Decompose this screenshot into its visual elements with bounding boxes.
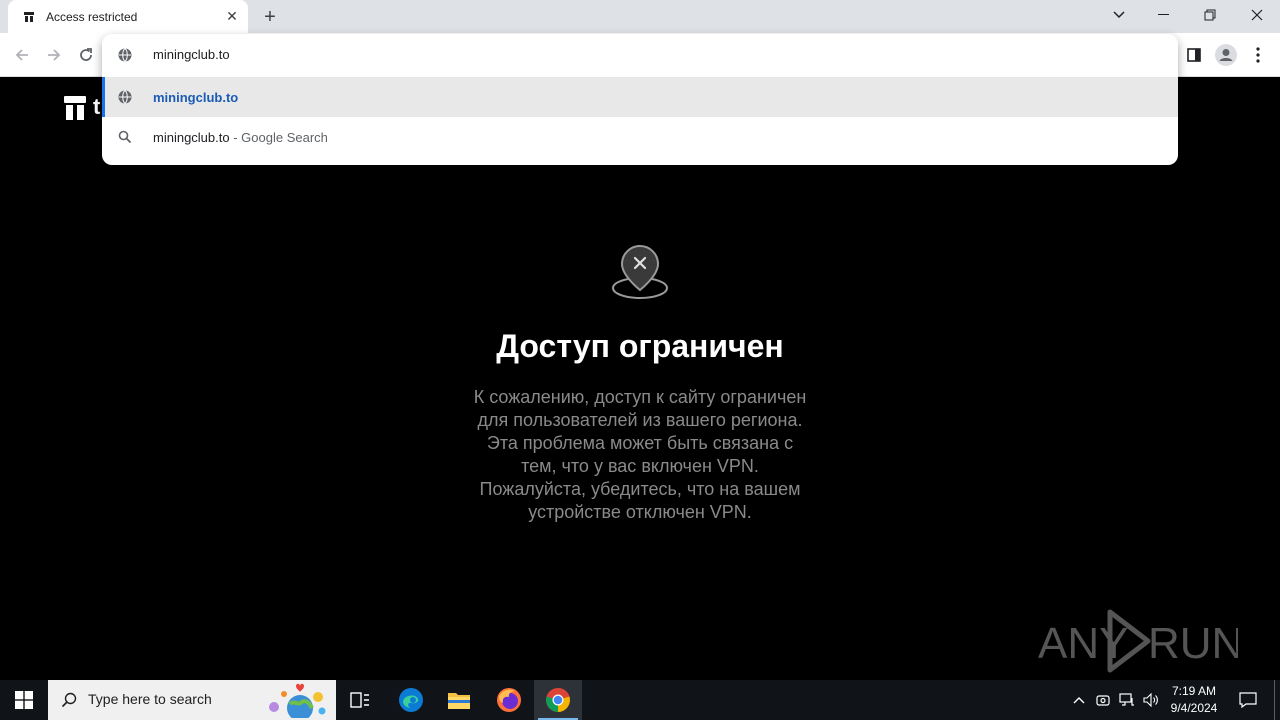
- restore-button[interactable]: [1187, 0, 1233, 30]
- windows-taskbar: Type here to search 7:19 AM 9/4/2024: [0, 680, 1280, 720]
- search-icon: [118, 130, 132, 149]
- message-line: устройстве отключен VPN.: [528, 502, 752, 522]
- profile-avatar-icon[interactable]: [1212, 41, 1240, 69]
- reload-icon[interactable]: [72, 41, 100, 69]
- anyrun-watermark-logo: ANY RUN: [1038, 609, 1238, 673]
- edge-browser-icon[interactable]: [387, 680, 435, 720]
- tab-close-icon[interactable]: ✕: [222, 7, 242, 27]
- firefox-icon[interactable]: [485, 680, 533, 720]
- taskbar-search-box[interactable]: Type here to search: [48, 680, 336, 720]
- task-view-icon[interactable]: [336, 680, 384, 720]
- omnibox-input[interactable]: miningclub.to: [102, 34, 1178, 77]
- suggestion-url[interactable]: miningclub.to: [102, 77, 1178, 117]
- suggestion-engine: - Google Search: [229, 129, 328, 145]
- globe-icon: [118, 48, 132, 67]
- clock-time: 7:19 AM: [1171, 684, 1217, 698]
- suggestion-query: miningclub.to: [153, 129, 230, 145]
- message-line: Эта проблема может быть связана с: [486, 433, 794, 453]
- tray-chevron-up-icon[interactable]: [1068, 680, 1090, 720]
- clock-date: 9/4/2024: [1170, 701, 1218, 715]
- message-line: для пользователей из вашего региона.: [477, 410, 803, 430]
- menu-kebab-icon[interactable]: [1244, 41, 1272, 69]
- taskbar-search-placeholder: Type here to search: [88, 691, 212, 707]
- back-arrow-icon[interactable]: [8, 41, 36, 69]
- volume-icon[interactable]: [1140, 680, 1162, 720]
- watermark-any: ANY: [1038, 619, 1128, 668]
- globe-icon: [118, 90, 132, 109]
- omnibox-text[interactable]: miningclub.to: [153, 47, 230, 62]
- taskbar-clock[interactable]: 7:19 AM 9/4/2024: [1162, 683, 1226, 717]
- omnibox-dropdown: miningclub.to miningclub.to miningclub.t…: [102, 34, 1178, 165]
- tab-strip: Access restricted ✕ +: [0, 0, 1280, 33]
- message-line: К сожалению, доступ к сайту ограничен: [473, 387, 807, 407]
- browser-window: { "tab": { "title": "Access restricted" …: [0, 0, 1280, 720]
- suggestion-search[interactable]: miningclub.to - Google Search: [102, 117, 1178, 157]
- side-panel-icon[interactable]: [1180, 41, 1208, 69]
- close-window-button[interactable]: [1234, 0, 1280, 30]
- site-favicon-icon: [22, 10, 36, 24]
- tab-search-chevron-icon[interactable]: [1096, 0, 1142, 30]
- site-logo-text[interactable]: t: [93, 94, 100, 120]
- tab-title: Access restricted: [46, 9, 138, 24]
- restriction-message: К сожалению, доступ к сайту ограничен дл…: [440, 386, 840, 524]
- new-tab-button[interactable]: +: [258, 6, 282, 28]
- show-desktop-divider[interactable]: [1274, 680, 1275, 720]
- suggestion-url-text: miningclub.to: [153, 89, 239, 105]
- search-icon: [61, 692, 77, 708]
- watermark-run: RUN: [1148, 619, 1238, 668]
- suggestion-search-text: miningclub.to - Google Search: [153, 130, 328, 145]
- windows-logo-icon: [15, 691, 33, 709]
- message-line: тем, что у вас включен VPN.: [521, 456, 759, 476]
- tab-access-restricted[interactable]: Access restricted ✕: [8, 0, 248, 33]
- minimize-button[interactable]: [1141, 0, 1187, 30]
- message-line: Пожалуйста, убедитесь, что на вашем: [479, 479, 801, 499]
- page-heading: Доступ ограничен: [496, 328, 784, 364]
- forward-arrow-icon[interactable]: [40, 41, 68, 69]
- notifications-icon[interactable]: [1234, 680, 1262, 720]
- file-explorer-icon[interactable]: [435, 680, 483, 720]
- network-icon[interactable]: [1116, 680, 1138, 720]
- search-highlights-illustration-icon: [269, 683, 326, 718]
- start-button[interactable]: [0, 680, 48, 720]
- meet-now-icon[interactable]: [1092, 680, 1114, 720]
- location-blocked-icon: [612, 245, 668, 299]
- site-logo-icon[interactable]: [64, 96, 86, 120]
- chrome-taskbar-icon[interactable]: [534, 680, 582, 720]
